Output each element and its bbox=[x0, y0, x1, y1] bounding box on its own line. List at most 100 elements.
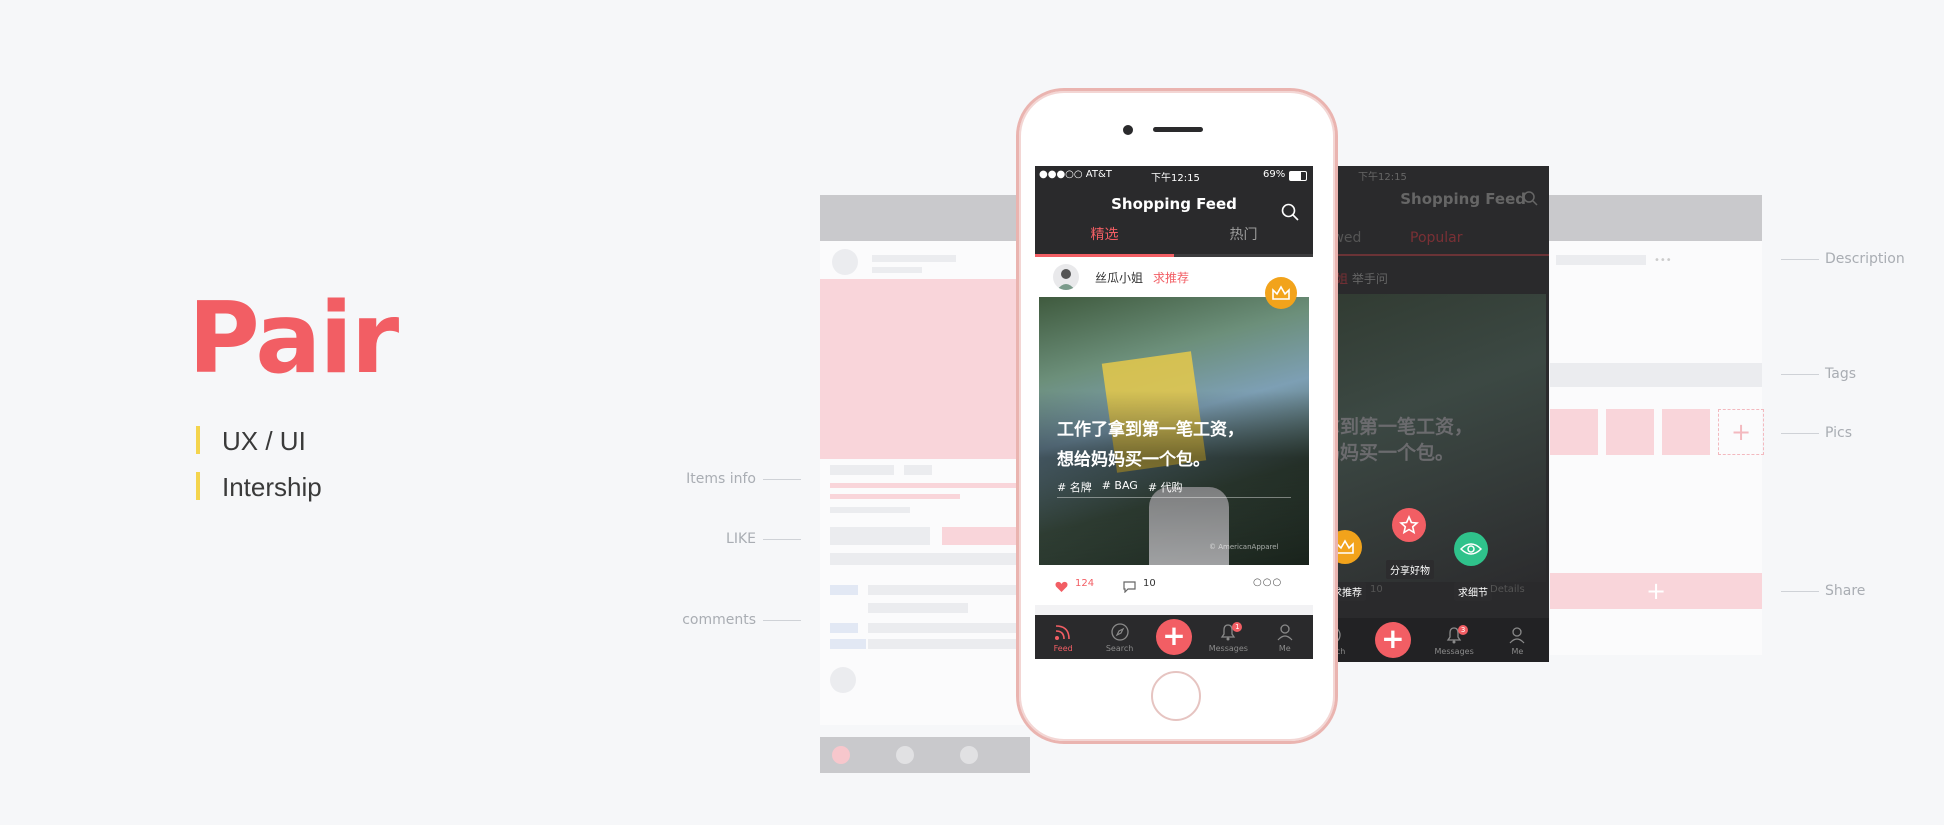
role-ux-ui: UX / UI bbox=[196, 426, 306, 456]
annotation-line bbox=[763, 620, 801, 621]
app-title: Shopping Feed bbox=[1111, 195, 1237, 213]
feed-rss-icon bbox=[1055, 624, 1070, 640]
nav-add-post-button[interactable]: + bbox=[1155, 619, 1192, 655]
avatar[interactable] bbox=[1053, 264, 1079, 290]
dark-nav-add-button[interactable]: + bbox=[1374, 622, 1411, 658]
wireframe-image bbox=[820, 279, 1030, 459]
annotation-line bbox=[1781, 591, 1819, 592]
crown-badge bbox=[1265, 277, 1297, 309]
feed-tabs: 精选 热门 bbox=[1035, 224, 1313, 257]
annotation-comments: comments bbox=[682, 612, 756, 628]
role-internship: Intership bbox=[196, 472, 322, 502]
dark-nav-me[interactable]: Me bbox=[1497, 625, 1537, 656]
nav-search[interactable]: Search bbox=[1100, 622, 1140, 653]
annotation-tags: Tags bbox=[1825, 366, 1856, 382]
wireframe-line bbox=[830, 553, 1030, 565]
wireframe-left-panel bbox=[820, 241, 1030, 773]
annotation-items-info: Items info bbox=[686, 471, 756, 487]
eye-icon bbox=[1460, 543, 1482, 555]
annotation-line bbox=[763, 539, 801, 540]
annotation-line bbox=[1781, 259, 1819, 260]
wireframe-line bbox=[868, 623, 1030, 633]
post-author[interactable]: 丝瓜小姐 bbox=[1095, 269, 1143, 286]
wireframe-tabbar bbox=[820, 737, 1030, 773]
status-bar: ●●●○○ AT&T 下午12:15 69% bbox=[1035, 166, 1313, 184]
wireframe-share-button: + bbox=[1550, 573, 1762, 609]
wireframe-pic bbox=[1662, 409, 1710, 455]
person-icon bbox=[1277, 623, 1293, 640]
search-icon[interactable] bbox=[1281, 196, 1299, 221]
wireframe-add-pic: + bbox=[1718, 409, 1764, 455]
tag-bag[interactable]: # BAG bbox=[1102, 479, 1138, 495]
wireframe-pic bbox=[1550, 409, 1598, 455]
caption-divider bbox=[1057, 497, 1291, 498]
app-header: Shopping Feed bbox=[1035, 184, 1313, 224]
wireframe-line bbox=[872, 267, 922, 273]
dark-details-text: Details bbox=[1490, 584, 1525, 595]
tag-brand[interactable]: # 名牌 bbox=[1057, 479, 1092, 495]
image-watermark: © AmericanApparel bbox=[1209, 543, 1279, 551]
home-button[interactable] bbox=[1151, 671, 1201, 721]
wireframe-tab-dot bbox=[960, 746, 978, 764]
dark-nav-messages[interactable]: 3 Messages bbox=[1434, 624, 1474, 656]
heart-icon[interactable] bbox=[1055, 578, 1068, 597]
wireframe-line bbox=[868, 603, 968, 613]
wireframe-like-bar bbox=[830, 527, 930, 545]
status-time: 下午12:15 bbox=[1151, 173, 1200, 184]
comment-icon[interactable] bbox=[1123, 578, 1136, 597]
nav-feed-label: Feed bbox=[1053, 643, 1073, 653]
nav-feed[interactable]: Feed bbox=[1043, 622, 1083, 653]
comment-count: 10 bbox=[1143, 578, 1156, 589]
brand-title: Pair bbox=[188, 282, 399, 396]
post-caption-line2: 想给妈妈买一个包。 bbox=[1057, 450, 1210, 470]
post-divider bbox=[1035, 605, 1313, 615]
dark-nav-messages-label: Messages bbox=[1434, 646, 1474, 656]
front-camera bbox=[1123, 125, 1133, 135]
more-icon[interactable]: ○○○ bbox=[1253, 577, 1282, 588]
post-actions: 124 10 ○○○ bbox=[1035, 565, 1313, 605]
dark-tab-popular: Popular bbox=[1410, 230, 1463, 246]
dark-message-badge: 3 bbox=[1458, 624, 1469, 635]
wireframe-avatar bbox=[832, 249, 858, 275]
tag-daigou[interactable]: # 代购 bbox=[1148, 479, 1183, 495]
dark-author-action: 举手问 bbox=[1351, 272, 1388, 286]
crown-icon bbox=[1272, 285, 1290, 300]
dark-status-time: 下午12:15 bbox=[1358, 172, 1407, 183]
wireframe-line bbox=[830, 465, 894, 475]
ask-details-label: 求细节 bbox=[1454, 582, 1492, 601]
tab-featured[interactable]: 精选 bbox=[1035, 224, 1174, 257]
annotation-line bbox=[763, 479, 801, 480]
tab-popular[interactable]: 热门 bbox=[1174, 224, 1313, 254]
share-goods-fab[interactable] bbox=[1392, 508, 1426, 542]
nav-messages[interactable]: 1 Messages bbox=[1208, 621, 1248, 653]
phone-screen: ●●●○○ AT&T 下午12:15 69% Shopping Feed 精选 … bbox=[1035, 166, 1313, 659]
nav-search-label: Search bbox=[1105, 643, 1134, 653]
wireframe-tab-dot bbox=[832, 746, 850, 764]
annotation-description: Description bbox=[1825, 251, 1905, 267]
post-image[interactable]: 工作了拿到第一笔工资， 想给妈妈买一个包。 # 名牌 # BAG # 代购 © … bbox=[1039, 297, 1309, 565]
wireframe-line bbox=[830, 507, 910, 513]
battery-percent: 69% bbox=[1263, 169, 1286, 180]
share-goods-label: 分享好物 bbox=[1386, 560, 1434, 579]
nav-me[interactable]: Me bbox=[1265, 622, 1305, 653]
post-header: 丝瓜小姐 求推荐 bbox=[1035, 257, 1313, 309]
message-badge: 1 bbox=[1232, 621, 1243, 632]
post-tags: # 名牌 # BAG # 代购 bbox=[1057, 479, 1183, 495]
wireframe-comment-avatar bbox=[830, 639, 866, 649]
wireframe-comment-avatar bbox=[830, 623, 858, 633]
ask-details-fab[interactable] bbox=[1454, 532, 1488, 566]
wireframe-line bbox=[830, 483, 1026, 488]
annotation-share: Share bbox=[1825, 583, 1866, 599]
earpiece-speaker bbox=[1153, 127, 1203, 132]
person-icon bbox=[1509, 626, 1525, 643]
carrier-signal: ●●●○○ AT&T bbox=[1039, 169, 1112, 180]
post-action: 求推荐 bbox=[1153, 271, 1190, 285]
wireframe-line bbox=[830, 494, 960, 499]
dark-search-icon bbox=[1522, 190, 1538, 206]
wireframe-description-line bbox=[1556, 255, 1646, 265]
nav-me-label: Me bbox=[1278, 643, 1291, 653]
dark-nav-me-label: Me bbox=[1511, 646, 1524, 656]
wireframe-tab-dot bbox=[896, 746, 914, 764]
wireframe-line bbox=[868, 585, 1030, 595]
crown-icon bbox=[1336, 539, 1354, 554]
